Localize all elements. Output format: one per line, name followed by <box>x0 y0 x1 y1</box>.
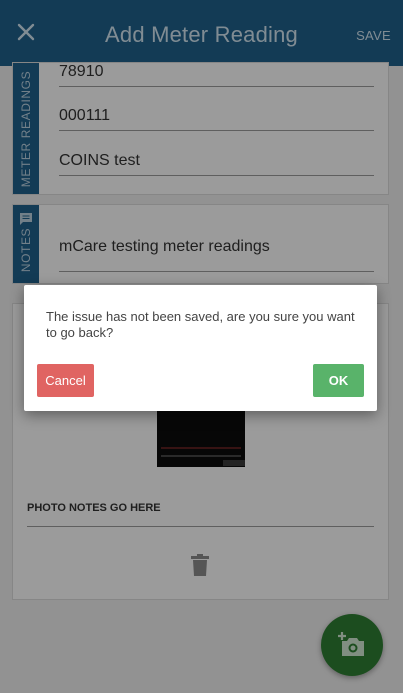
cancel-button[interactable]: Cancel <box>37 364 94 397</box>
dialog-message: The issue has not been saved, are you su… <box>46 309 355 340</box>
ok-button[interactable]: OK <box>313 364 364 397</box>
confirm-dialog: The issue has not been saved, are you su… <box>24 285 377 411</box>
